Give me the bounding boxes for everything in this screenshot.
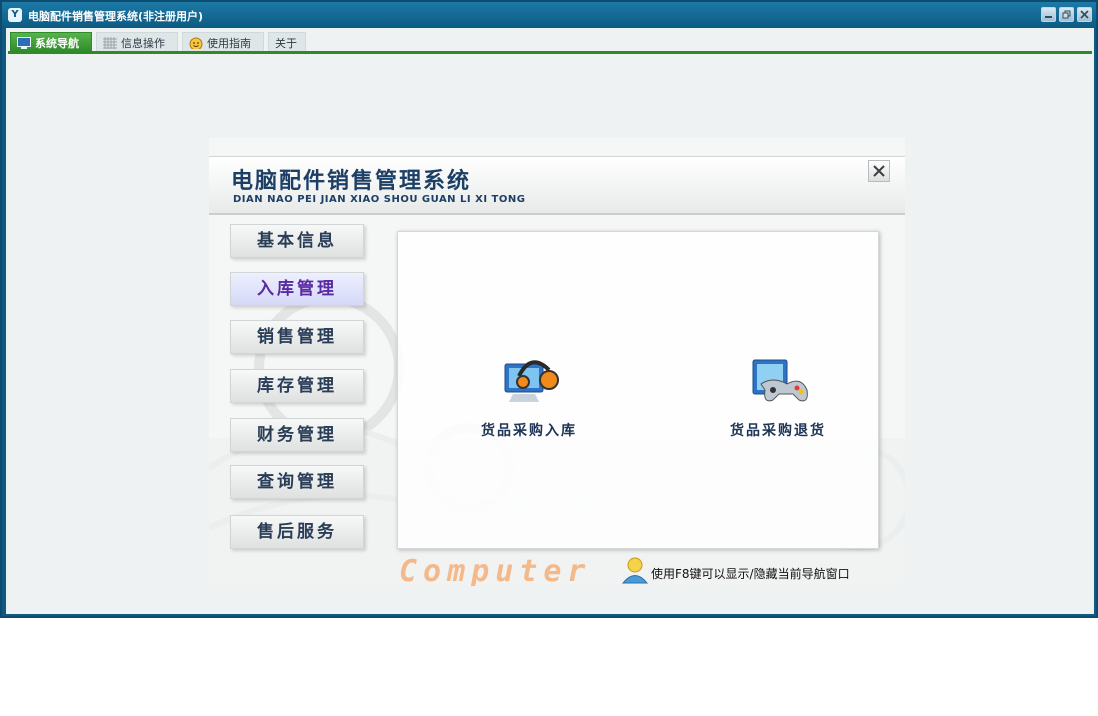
item-label: 货品采购退货 [730,423,826,439]
headset-computer-icon [504,360,559,402]
menu-finance[interactable]: 财务管理 [230,418,364,452]
close-icon [873,165,885,177]
minimize-icon [1045,16,1052,18]
menu-query[interactable]: 查询管理 [230,465,364,499]
menu-stock-in[interactable]: 入库管理 [230,272,364,306]
menu-inventory[interactable]: 库存管理 [230,369,364,403]
tab-info-ops[interactable]: 信息操作 [96,32,178,52]
item-label: 货品采购入库 [481,423,577,439]
restore-button[interactable] [1059,7,1074,22]
restore-icon [1062,10,1071,19]
menu-sales[interactable]: 销售管理 [230,320,364,354]
tab-label: 使用指南 [207,36,251,50]
grid-icon [103,36,117,49]
purchase-return-item[interactable]: 货品采购退货 [718,350,838,440]
menu-basic-info[interactable]: 基本信息 [230,224,364,258]
brand-text: Computer [399,554,592,586]
f8-hint-text: 使用F8键可以显示/隐藏当前导航窗口 [651,567,850,581]
close-icon [1080,10,1089,19]
tab-label: 系统导航 [35,36,79,50]
minimize-button[interactable] [1041,7,1056,22]
smiley-icon [189,37,203,49]
monitor-icon [17,36,31,49]
system-subtitle: DIAN NAO PEI JIAN XIAO SHOU GUAN LI XI T… [233,194,526,205]
tab-user-guide[interactable]: 使用指南 [182,32,264,52]
tab-system-nav[interactable]: 系统导航 [10,32,92,52]
tab-bar: 系统导航 信息操作 使用指南 关于 [6,28,1094,54]
user-hint-icon [621,557,649,584]
tab-label: 关于 [275,36,297,50]
window-title: 电脑配件销售管理系统(非注册用户) [28,10,204,23]
menu-after-sales[interactable]: 售后服务 [230,515,364,549]
tab-underline [8,51,1092,54]
tab-about[interactable]: 关于 [268,32,306,52]
panel-close-button[interactable] [868,160,890,182]
content-area: 货品采购入库 货品采购退货 [397,231,879,549]
gamepad-computer-icon [752,359,808,402]
system-title: 电脑配件销售管理系统 [231,169,472,194]
app-icon: Y [8,8,22,22]
title-bar[interactable]: Y 电脑配件销售管理系统(非注册用户) [2,2,1096,28]
tab-label: 信息操作 [121,36,165,50]
navigation-panel: 电脑配件销售管理系统 DIAN NAO PEI JIAN XIAO SHOU G… [209,138,905,586]
close-button[interactable] [1077,7,1092,22]
purchase-stock-in-item[interactable]: 货品采购入库 [474,350,584,440]
